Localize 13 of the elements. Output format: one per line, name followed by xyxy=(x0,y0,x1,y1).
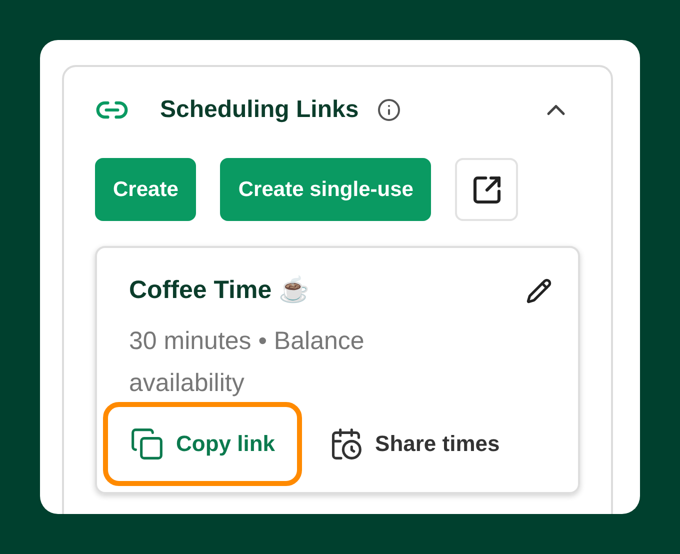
link-title: Coffee Time ☕ xyxy=(129,275,310,306)
open-external-button[interactable] xyxy=(455,158,518,221)
external-link-icon xyxy=(470,174,503,206)
link-description: 30 minutes • Balance availability xyxy=(129,326,366,398)
create-button[interactable]: Create xyxy=(95,158,196,221)
edit-icon[interactable] xyxy=(526,278,552,304)
copy-icon xyxy=(130,426,164,460)
create-button[interactable]: Create single-use xyxy=(220,158,432,221)
share-times-button[interactable]: Share times xyxy=(302,402,527,486)
calendar-clock-icon xyxy=(329,426,364,460)
copy-link-button[interactable]: Copy link xyxy=(103,402,302,486)
panel-title: Scheduling Links xyxy=(160,95,359,125)
info-icon[interactable] xyxy=(376,98,401,122)
